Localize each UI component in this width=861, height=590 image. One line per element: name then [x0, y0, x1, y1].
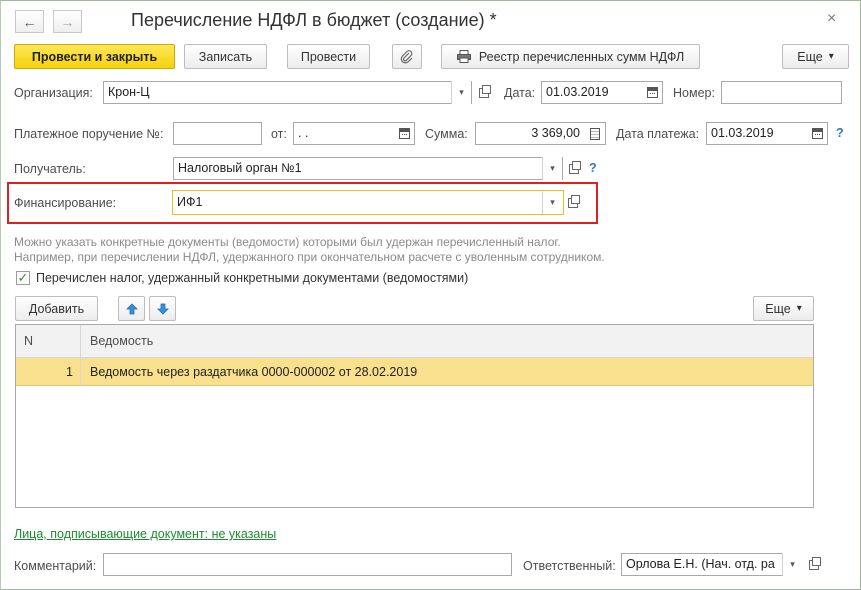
date-calendar-button[interactable] — [642, 81, 662, 104]
sum-label: Сумма: — [425, 127, 468, 141]
open-link-icon — [568, 194, 580, 208]
open-link-icon — [809, 556, 821, 570]
specific-documents-checkbox[interactable]: ✓ — [16, 270, 30, 285]
calendar-icon — [398, 128, 410, 139]
arrow-up-icon — [125, 302, 138, 314]
statements-table[interactable]: N Ведомость 1 Ведомость через раздатчика… — [15, 324, 814, 508]
responsible-open-button[interactable] — [804, 553, 824, 576]
recipient-field[interactable]: Налоговый орган №1 — [173, 157, 563, 180]
chevron-down-icon: ▾ — [828, 51, 834, 62]
recipient-help-icon[interactable]: ? — [589, 161, 597, 175]
forward-arrow-icon: → — [60, 13, 75, 30]
more-actions-button[interactable]: Еще ▾ — [782, 44, 849, 69]
table-more-label: Еще — [765, 301, 791, 316]
back-button[interactable]: ← — [15, 10, 44, 33]
payment-order-field[interactable] — [173, 122, 262, 145]
payment-date-help-icon[interactable]: ? — [836, 126, 844, 140]
hint-line-1: Можно указать конкретные документы (ведо… — [14, 235, 561, 249]
post-button[interactable]: Провести — [287, 44, 370, 69]
column-header-statement[interactable]: Ведомость — [90, 334, 153, 348]
organization-open-button[interactable] — [474, 81, 494, 104]
row-number-cell: 1 — [66, 365, 73, 379]
responsible-field[interactable]: Орлова Е.Н. (Нач. отд. ра — [621, 553, 801, 576]
from-date-calendar-button[interactable] — [394, 122, 414, 145]
sum-calculator-button[interactable] — [585, 122, 605, 145]
open-link-icon — [479, 84, 491, 98]
number-label: Номер: — [673, 86, 715, 100]
organization-field[interactable]: Крон-Ц — [103, 81, 472, 104]
organization-dropdown-button[interactable]: ▾ — [451, 81, 471, 104]
dropdown-arrow-icon: ▾ — [550, 163, 555, 173]
open-link-icon — [569, 160, 581, 174]
calendar-icon — [646, 87, 658, 98]
payment-date-label: Дата платежа: — [616, 127, 700, 141]
dropdown-arrow-icon: ▾ — [790, 559, 795, 569]
dropdown-arrow-icon: ▾ — [459, 87, 464, 97]
checkmark-icon: ✓ — [17, 270, 29, 285]
register-report-label: Реестр перечисленных сумм НДФЛ — [478, 49, 685, 64]
responsible-dropdown-button[interactable]: ▾ — [782, 553, 802, 576]
column-header-n[interactable]: N — [24, 334, 33, 348]
post-and-close-button[interactable]: Провести и закрыть — [14, 44, 175, 69]
comment-field[interactable] — [103, 553, 512, 576]
more-actions-label: Еще — [797, 49, 823, 64]
dropdown-arrow-icon: ▾ — [550, 197, 555, 207]
hint-line-2: Например, при перечислении НДФЛ, удержан… — [14, 250, 605, 264]
responsible-label: Ответственный: — [523, 559, 616, 573]
recipient-open-button[interactable] — [564, 157, 584, 180]
number-field[interactable] — [721, 81, 842, 104]
payment-date-calendar-button[interactable] — [807, 122, 827, 145]
recipient-label: Получатель: — [14, 162, 86, 176]
arrow-down-icon — [156, 303, 169, 315]
printer-icon — [456, 50, 471, 63]
table-more-button[interactable]: Еще ▾ — [753, 296, 814, 321]
back-arrow-icon: ← — [22, 13, 37, 30]
signers-link[interactable]: Лица, подписывающие документ: не указаны — [14, 527, 276, 541]
calendar-icon — [811, 128, 823, 139]
form-window: ← → Перечисление НДФЛ в бюджет (создание… — [0, 0, 861, 590]
chevron-down-icon: ▾ — [796, 303, 802, 314]
move-down-button[interactable] — [149, 296, 176, 321]
table-row[interactable]: 1 Ведомость через раздатчика 0000-000002… — [16, 358, 813, 386]
column-divider — [80, 325, 81, 386]
recipient-dropdown-button[interactable]: ▾ — [542, 157, 562, 180]
register-report-button[interactable]: Реестр перечисленных сумм НДФЛ — [441, 44, 700, 69]
row-statement-cell: Ведомость через раздатчика 0000-000002 о… — [90, 365, 418, 379]
payment-order-label: Платежное поручение №: — [14, 127, 164, 141]
financing-label: Финансирование: — [14, 196, 117, 210]
calculator-icon — [590, 127, 600, 140]
financing-dropdown-button[interactable]: ▾ — [542, 191, 562, 214]
from-label: от: — [271, 127, 287, 141]
paperclip-icon — [400, 49, 413, 63]
forward-button[interactable]: → — [53, 10, 82, 33]
page-title: Перечисление НДФЛ в бюджет (создание) * — [131, 10, 497, 30]
close-icon[interactable]: × — [827, 10, 836, 28]
organization-label: Организация: — [14, 86, 93, 100]
comment-label: Комментарий: — [14, 559, 97, 573]
table-header: N Ведомость — [16, 325, 813, 358]
attach-button[interactable] — [392, 44, 422, 69]
save-button[interactable]: Записать — [184, 44, 267, 69]
date-label: Дата: — [504, 86, 536, 100]
financing-field[interactable]: ИФ1 — [172, 190, 564, 215]
specific-documents-label: Перечислен налог, удержанный конкретными… — [36, 271, 469, 285]
move-up-button[interactable] — [118, 296, 145, 321]
financing-open-button[interactable] — [563, 191, 583, 214]
add-row-button[interactable]: Добавить — [15, 296, 98, 321]
